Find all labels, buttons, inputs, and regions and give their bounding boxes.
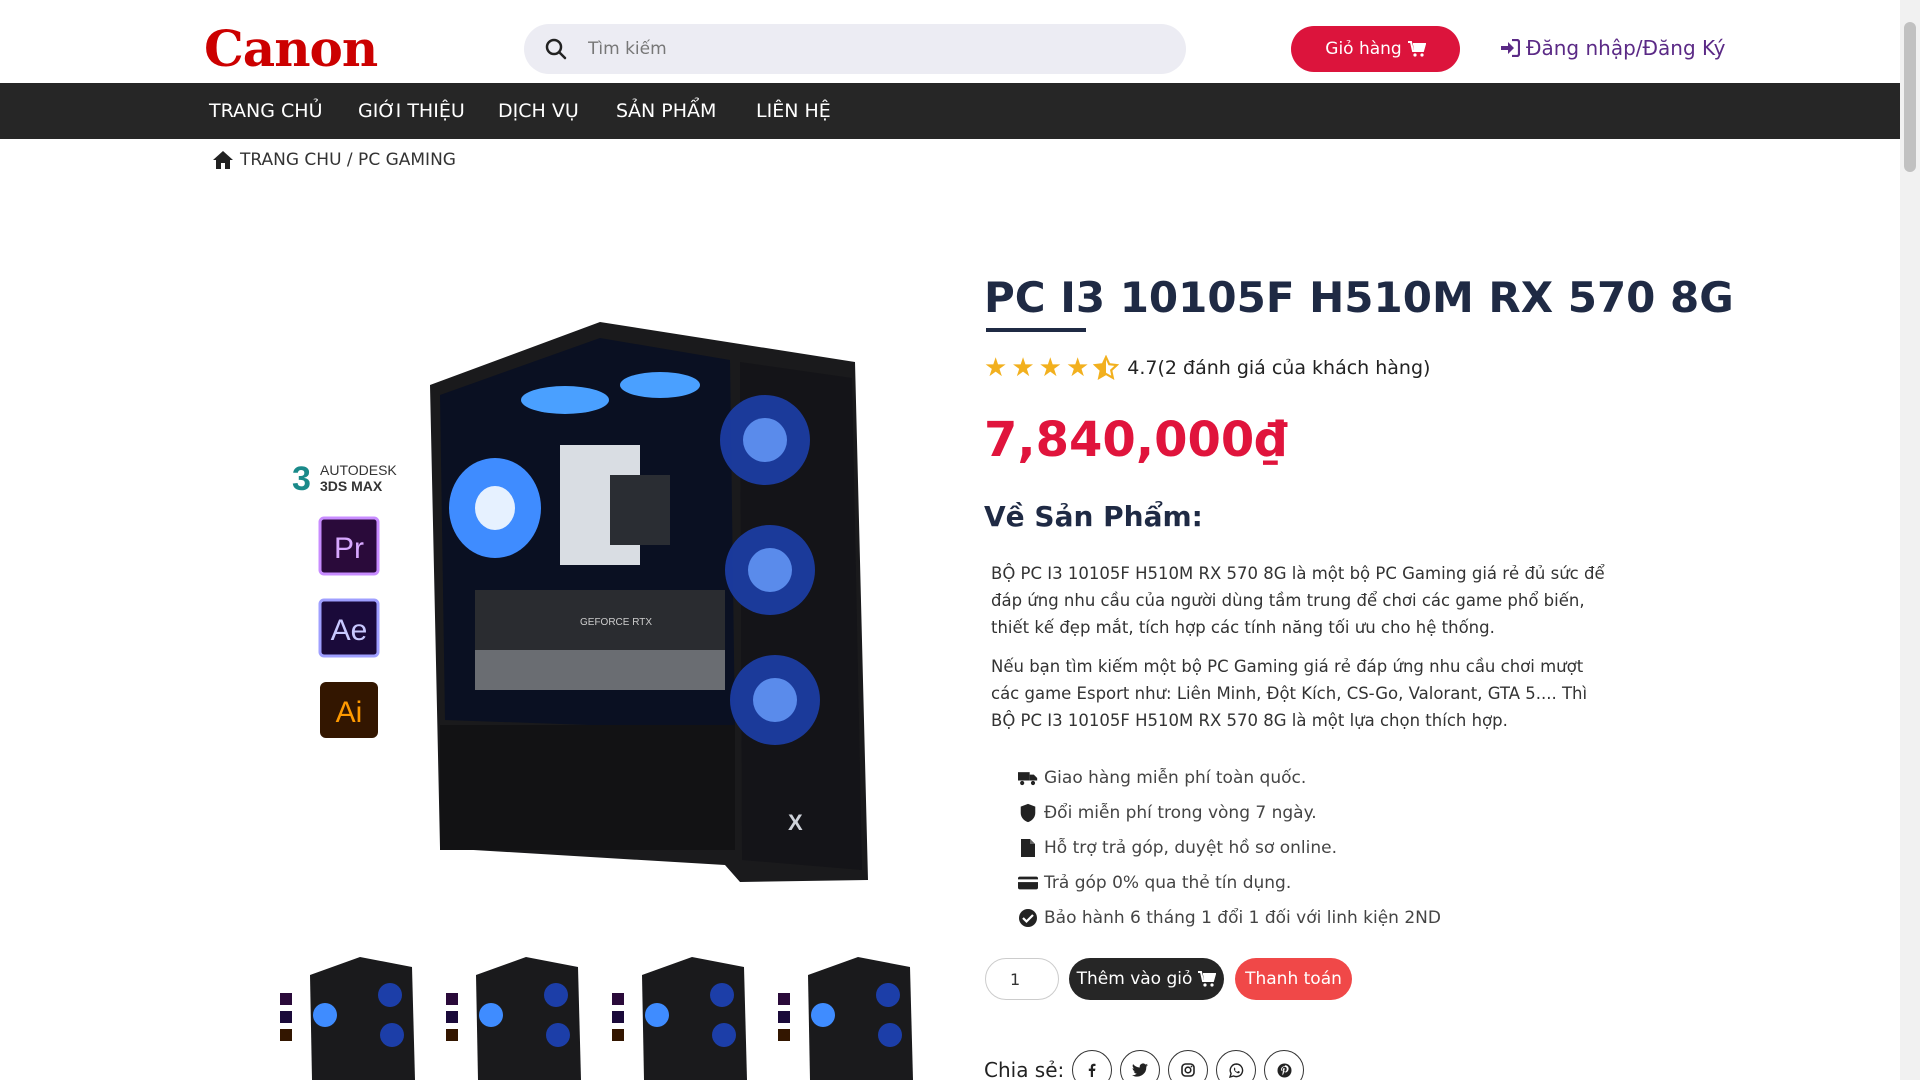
nav-item-services[interactable]: DỊCH VỤ (498, 99, 579, 123)
search-bar (524, 24, 1186, 74)
add-to-cart-button[interactable]: Thêm vào giỏ (1069, 958, 1224, 1000)
product-image[interactable]: 3 AUTODESK 3DS MAX Pr Ae Ai GEFORCE RTX (280, 300, 900, 900)
product-title: PC I3 10105F H510M RX 570 8G (984, 273, 1734, 322)
thumbnail-4[interactable] (768, 955, 918, 1080)
feature-text: Đổi miễn phí trong vòng 7 ngày. (1044, 802, 1317, 823)
illustrator-badge: Ai (320, 682, 378, 738)
star-icon: ★ (984, 353, 1008, 383)
pc-case-illustration: GEFORCE RTX X (430, 322, 868, 882)
nav-item-contact[interactable]: LIÊN HỆ (756, 99, 831, 123)
nav-item-home[interactable]: TRANG CHỦ (209, 99, 322, 123)
feature-text: Bảo hành 6 tháng 1 đổi 1 đối với linh ki… (1044, 907, 1441, 928)
3dsmax-label: 3DS MAX (320, 478, 383, 494)
feature-text: Trả góp 0% qua thẻ tín dụng. (1044, 872, 1292, 893)
whatsapp-icon[interactable] (1216, 1050, 1257, 1080)
star-icon: ★ (1065, 353, 1090, 383)
title-underline (986, 328, 1086, 332)
feature-item: Hỗ trợ trả góp, duyệt hồ sơ online. (1018, 830, 1441, 865)
about-heading: Về Sản Phẩm: (984, 500, 1203, 533)
checkout-button[interactable]: Thanh toán (1235, 958, 1352, 1000)
svg-text:Ae: Ae (331, 614, 368, 647)
instagram-icon[interactable] (1168, 1050, 1209, 1080)
description-paragraph-2: Nếu bạn tìm kiếm một bộ PC Gaming giá rẻ… (991, 657, 1588, 730)
feature-text: Hỗ trợ trả góp, duyệt hồ sơ online. (1044, 837, 1337, 858)
feature-item: Giao hàng miễn phí toàn quốc. (1018, 760, 1441, 795)
home-icon[interactable] (212, 150, 234, 170)
product-price: 7,840,000₫ (984, 412, 1288, 468)
premiere-pro-badge: Pr (318, 516, 380, 576)
thumbnail-3[interactable] (602, 955, 752, 1080)
feature-item: Bảo hành 6 tháng 1 đổi 1 đối với linh ki… (1018, 900, 1441, 935)
autodesk-3dsmax-badge: 3 AUTODESK 3DS MAX (292, 460, 397, 498)
nav-item-about[interactable]: GIỚI THIỆU (358, 99, 465, 123)
description-paragraph-1: BỘ PC I3 10105F H510M RX 570 8G là một b… (991, 564, 1605, 637)
scroll-thumb[interactable] (1904, 22, 1916, 172)
product-rating: ★ ★ ★ ★ 4.7(2 đánh giá của khách hàng) (984, 354, 1430, 382)
breadcrumb-text[interactable]: TRANG CHU / PC GAMING (240, 150, 456, 170)
site-header: Canon Giỏ hàng Đăng nhập/Đăng Ký (0, 0, 1900, 83)
shield-icon (1020, 803, 1036, 822)
cart-label: Giỏ hàng (1325, 39, 1402, 59)
breadcrumb: TRANG CHU / PC GAMING (212, 150, 456, 170)
after-effects-badge: Ae (318, 598, 380, 658)
add-to-cart-label: Thêm vào giỏ (1076, 969, 1193, 989)
feature-text: Giao hàng miễn phí toàn quốc. (1044, 767, 1307, 788)
quantity-input[interactable] (985, 958, 1059, 1000)
sign-in-icon (1501, 39, 1520, 57)
cart-icon (1198, 971, 1217, 987)
feature-list: Giao hàng miễn phí toàn quốc. Đổi miễn p… (1018, 760, 1441, 935)
nav-item-products[interactable]: SẢN PHẨM (616, 99, 716, 123)
cart-button[interactable]: Giỏ hàng (1291, 26, 1460, 72)
page-scrollbar[interactable] (1900, 0, 1920, 1080)
twitter-icon[interactable] (1120, 1050, 1161, 1080)
rating-text[interactable]: 4.7(2 đánh giá của khách hàng) (1127, 357, 1430, 379)
login-label: Đăng nhập/Đăng Ký (1526, 36, 1726, 60)
svg-text:3: 3 (292, 460, 311, 498)
feature-item: Trả góp 0% qua thẻ tín dụng. (1018, 865, 1441, 900)
facebook-icon[interactable] (1072, 1050, 1113, 1080)
file-icon (1021, 838, 1035, 857)
share-label: Chia sẻ: (984, 1058, 1065, 1080)
canon-logo[interactable]: Canon (204, 22, 378, 76)
thumbnail-1[interactable] (270, 955, 420, 1080)
search-icon[interactable] (544, 37, 568, 61)
star-icon: ★ (1038, 353, 1062, 383)
gpu-label: GEFORCE RTX (580, 617, 652, 628)
svg-text:Ai: Ai (336, 696, 363, 729)
cart-icon (1407, 41, 1426, 57)
share-bar: Chia sẻ: (984, 1050, 1305, 1080)
pinterest-icon[interactable] (1264, 1050, 1305, 1080)
feature-item: Đổi miễn phí trong vòng 7 ngày. (1018, 795, 1441, 830)
login-link[interactable]: Đăng nhập/Đăng Ký (1500, 36, 1726, 60)
svg-text:X: X (788, 810, 803, 835)
check-circle-icon (1019, 908, 1037, 927)
thumbnail-2[interactable] (436, 955, 586, 1080)
thumbnail-strip (270, 955, 920, 1080)
star-icon: ★ (1011, 353, 1035, 383)
autodesk-label: AUTODESK (320, 462, 397, 478)
credit-card-icon (1018, 876, 1038, 889)
star-half-icon (1093, 355, 1120, 381)
truck-icon (1018, 771, 1038, 785)
svg-text:Pr: Pr (334, 532, 364, 565)
main-nav: TRANG CHỦ GIỚI THIỆU DỊCH VỤ SẢN PHẨM LI… (0, 83, 1900, 139)
search-input[interactable] (588, 24, 1168, 74)
